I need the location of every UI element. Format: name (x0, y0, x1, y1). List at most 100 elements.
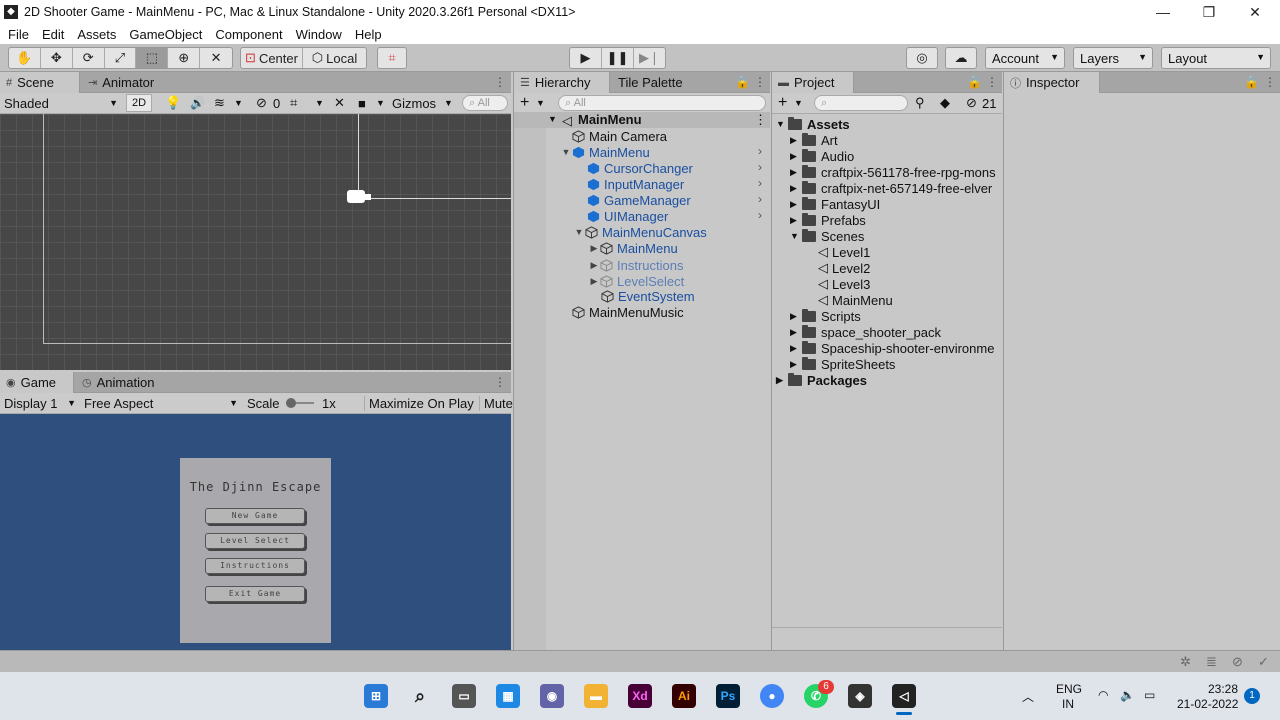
lock-icon[interactable]: 🔒 (1244, 75, 1259, 89)
packages-root[interactable]: ▶ Packages (776, 372, 867, 388)
hierarchy-item[interactable]: MainMenuMusic (572, 304, 684, 320)
clock-time[interactable]: 23:28 (1208, 682, 1238, 696)
chevron-right-icon[interactable]: ▶ (790, 135, 802, 146)
adobe-photoshop-icon[interactable]: Ps (716, 684, 740, 708)
scene-asset[interactable]: ◁ Level3 (818, 276, 870, 292)
step-icon[interactable]: ▶❘ (634, 48, 665, 68)
pivot-local-button[interactable]: ⬡ Local (303, 48, 366, 68)
volume-icon[interactable]: 🔈 (1120, 688, 1135, 702)
tab-project[interactable]: ▬ Project (772, 72, 854, 93)
task-view-icon[interactable]: ▭ (452, 684, 476, 708)
transform-tool-icon[interactable]: ⊕ (168, 48, 201, 68)
exit-game-button[interactable]: Exit Game (205, 586, 305, 602)
hierarchy-item[interactable]: InputManager (587, 176, 684, 192)
chevron-right-icon[interactable]: ▶ (790, 327, 802, 338)
hierarchy-item[interactable]: ▶ LevelSelect (588, 273, 685, 289)
adobe-xd-icon[interactable]: Xd (628, 684, 652, 708)
chevron-right-icon[interactable]: › (758, 176, 762, 190)
chevron-right-icon[interactable]: › (758, 144, 762, 158)
scene-asset[interactable]: ◁ Level2 (818, 260, 870, 276)
chevron-right-icon[interactable]: ▶ (790, 199, 802, 210)
windows-start-icon[interactable]: ⊞ (364, 684, 388, 708)
cloud-icon[interactable]: ☁ (946, 48, 976, 68)
tab-hierarchy[interactable]: ☰ Hierarchy (514, 72, 610, 93)
chevron-right-icon[interactable]: › (758, 192, 762, 206)
chevron-right-icon[interactable]: ▶ (790, 167, 802, 178)
hierarchy-item[interactable]: ▶ MainMenu (588, 240, 678, 256)
hierarchy-search-input[interactable]: ⌕ All (558, 95, 766, 111)
scale-slider-thumb[interactable] (286, 398, 296, 408)
scene-search-input[interactable]: ⌕ All (462, 95, 508, 111)
panel-menu-icon[interactable]: ⋮ (986, 75, 998, 89)
chevron-down-icon[interactable]: ▼ (794, 98, 803, 108)
search-icon[interactable]: ⌕ (408, 684, 432, 708)
account-dropdown[interactable]: Account ▼ (985, 47, 1065, 69)
chevron-down-icon[interactable]: ▼ (560, 147, 572, 157)
project-folder[interactable]: ▶ SpriteSheets (790, 356, 895, 372)
hidden-objects-icon[interactable]: ⊘ (256, 95, 267, 111)
maximize-on-play-button[interactable]: Maximize On Play (364, 395, 474, 411)
mode-2d-button[interactable]: 2D (126, 94, 152, 112)
project-folder[interactable]: ▶ Scripts (790, 308, 861, 324)
display-dropdown[interactable]: Display 1 ▼ (4, 396, 76, 411)
notification-badge[interactable]: 1 (1244, 688, 1260, 704)
collab-icon[interactable]: ◎ (907, 48, 937, 68)
minimize-button[interactable]: — (1140, 0, 1186, 24)
assets-root[interactable]: ▼ Assets (776, 116, 850, 132)
layout-dropdown[interactable]: Layout ▼ (1161, 47, 1271, 69)
hidden-packages-icon[interactable]: ⊘ (966, 95, 977, 111)
unity-editor-icon[interactable]: ◁ (892, 684, 916, 708)
camera-gizmo-icon[interactable] (347, 190, 365, 203)
instructions-button[interactable]: Instructions (205, 558, 305, 574)
project-folder[interactable]: ▶ Art (790, 132, 838, 148)
menu-component[interactable]: Component (215, 27, 289, 42)
menu-edit[interactable]: Edit (42, 27, 71, 42)
tools-icon[interactable]: ✕ (334, 95, 345, 111)
chevron-right-icon[interactable]: › (758, 160, 762, 174)
rotate-tool-icon[interactable]: ⟳ (73, 48, 105, 68)
scene-asset[interactable]: ◁ MainMenu (818, 292, 893, 308)
gizmos-dropdown[interactable]: Gizmos (392, 96, 436, 111)
project-folder[interactable]: ▶ Prefabs (790, 212, 866, 228)
chrome-icon[interactable]: ● (760, 684, 784, 708)
chevron-right-icon[interactable]: › (758, 208, 762, 222)
grid-toggle-icon[interactable]: ⌗ (290, 95, 297, 111)
hierarchy-item[interactable]: ▼ MainMenu (560, 144, 650, 160)
menu-gameobject[interactable]: GameObject (129, 27, 209, 42)
hierarchy-item[interactable]: ▼ MainMenuCanvas (573, 224, 707, 240)
play-icon[interactable]: ▶ (570, 48, 602, 68)
chevron-right-icon[interactable]: ▶ (790, 183, 802, 194)
scene-asset[interactable]: ◁ Level1 (818, 244, 870, 260)
chevron-right-icon[interactable]: ▶ (776, 375, 788, 386)
scene-header-row[interactable]: ▼ ◁ MainMenu ⋮ (514, 112, 770, 128)
unity-hub-icon[interactable]: ◈ (848, 684, 872, 708)
mute-audio-button[interactable]: Mute (479, 395, 513, 411)
tab-animation[interactable]: ◷ Animation (76, 372, 162, 393)
rect-tool-icon[interactable]: ⬚ (136, 48, 169, 68)
maximize-button[interactable]: ❐ (1186, 0, 1232, 24)
close-button[interactable]: ✕ (1232, 0, 1278, 24)
scale-tool-icon[interactable]: ⤢ (105, 48, 137, 68)
project-folder[interactable]: ▶ Spaceship-shooter-environme (790, 340, 994, 356)
progress-icon[interactable]: ⊘ (1232, 654, 1243, 670)
chevron-down-icon[interactable]: ▼ (536, 98, 545, 108)
level-select-button[interactable]: Level Select (205, 533, 305, 549)
chevron-down-icon[interactable]: ▼ (790, 231, 802, 241)
chevron-right-icon[interactable]: ▶ (790, 311, 802, 322)
grid-snap-icon[interactable]: ⌗ (378, 48, 406, 68)
add-icon[interactable]: + (778, 94, 787, 112)
menu-window[interactable]: Window (296, 27, 349, 42)
lighting-icon[interactable]: 💡 (165, 95, 181, 111)
project-folder[interactable]: ▶ FantasyUI (790, 196, 880, 212)
check-icon[interactable]: ✓ (1258, 654, 1269, 670)
tab-inspector[interactable]: ⓘ Inspector (1004, 72, 1100, 93)
language-code[interactable]: ENG (1056, 682, 1082, 696)
cache-icon[interactable]: ≣ (1206, 654, 1217, 670)
move-tool-icon[interactable]: ✥ (41, 48, 73, 68)
chat-icon[interactable]: ◉ (540, 684, 564, 708)
chevron-right-icon[interactable]: ▶ (790, 359, 802, 370)
effects-icon[interactable]: ≋ (214, 95, 225, 111)
new-game-button[interactable]: New Game (205, 508, 305, 524)
tab-game[interactable]: ◉ Game (0, 372, 74, 393)
chevron-right-icon[interactable]: ▶ (588, 276, 600, 287)
